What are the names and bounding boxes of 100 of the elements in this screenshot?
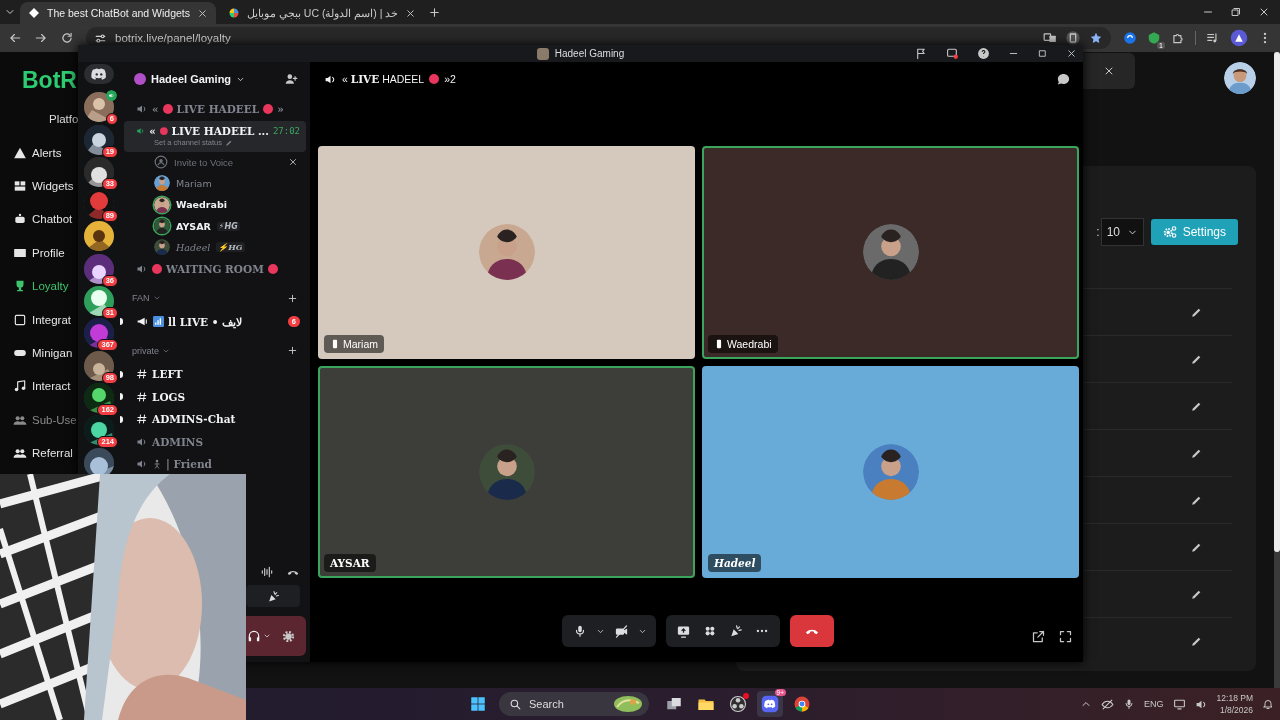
chat-button[interactable]	[1056, 71, 1071, 87]
dot-icon	[429, 74, 440, 84]
reader-mode-button[interactable]	[1065, 30, 1081, 46]
nav-item[interactable]: Integrat	[0, 302, 78, 337]
extension-icon	[1147, 31, 1161, 45]
per-page-select[interactable]: 10	[1100, 218, 1144, 246]
help-button[interactable]	[977, 47, 990, 60]
text-channel[interactable]: ADMINS-Chat	[124, 408, 306, 431]
restore-button[interactable]	[1230, 6, 1242, 18]
voice-channel[interactable]: ADMINS	[124, 430, 306, 453]
close-icon	[1066, 48, 1077, 59]
add-person-icon	[154, 155, 168, 170]
notification-dot	[743, 693, 749, 699]
extensions-button[interactable]	[1171, 31, 1185, 45]
avatar	[862, 443, 919, 500]
search-field[interactable]: Search	[499, 692, 649, 716]
close-button[interactable]	[288, 157, 298, 168]
text-channel[interactable]: LEFT	[124, 363, 306, 386]
home-button[interactable]	[84, 64, 114, 84]
close-button[interactable]	[1066, 48, 1077, 59]
microphone-icon	[1123, 698, 1136, 710]
soundboard-button[interactable]	[246, 585, 300, 607]
nav-section-title: Platfo	[48, 112, 78, 127]
browser-tab[interactable]: The best ChatBot and Widgets	[20, 2, 216, 24]
server-name[interactable]: Hadeel Gaming	[151, 73, 232, 85]
display-button[interactable]	[1172, 697, 1186, 711]
headphones-button[interactable]	[247, 629, 271, 643]
nav-item[interactable]: Interact	[0, 369, 78, 404]
site-logo[interactable]: BotR	[0, 52, 78, 108]
window-title: Hadeel Gaming	[554, 48, 625, 59]
nav-item[interactable]: Widgets	[0, 169, 78, 203]
browser-tab[interactable]: ببجي موبايل UC (اسم الدولة) | خد	[220, 2, 425, 24]
dot-icon	[159, 126, 168, 136]
voice-channel[interactable]: « LIVE HADEEL »	[124, 98, 306, 121]
video-tile[interactable]: AYSAR	[318, 365, 695, 578]
voice-channel[interactable]: WAITING ROOM	[124, 258, 306, 281]
fullscreen-button[interactable]	[1058, 629, 1073, 644]
close-button[interactable]	[197, 7, 208, 19]
leaf-icon	[613, 695, 643, 713]
avatar	[154, 196, 170, 213]
voice-member[interactable]: Hadeel ⚡HG	[124, 236, 306, 258]
server-icon[interactable]	[84, 221, 114, 252]
translate-button[interactable]	[1043, 31, 1057, 45]
category-name[interactable]: private	[132, 346, 159, 356]
invite-people-button[interactable]	[284, 72, 298, 86]
video-tile[interactable]: Waedrabi	[702, 146, 1079, 359]
dot-icon	[267, 264, 278, 275]
avatar	[154, 218, 170, 235]
record-icon	[946, 47, 959, 60]
maximize-button[interactable]	[1037, 48, 1048, 59]
speaker-icon	[136, 125, 146, 137]
server-icon[interactable]	[84, 447, 114, 474]
new-tab-button[interactable]	[428, 5, 442, 19]
close-button[interactable]	[1103, 65, 1115, 77]
nav-item[interactable]: Loyalty	[0, 269, 78, 303]
close-button[interactable]	[405, 7, 417, 19]
voice-channel[interactable]: | Friend	[124, 453, 306, 476]
nav-item[interactable]: Alerts	[0, 136, 78, 170]
create-channel-button[interactable]	[287, 345, 298, 357]
site-info-icon	[94, 31, 107, 45]
voice-member[interactable]: Waedrabi	[124, 194, 306, 216]
start-icon	[469, 695, 487, 713]
inbox-button[interactable]	[915, 47, 928, 60]
hash-icon	[136, 390, 148, 403]
category-name[interactable]: FAN	[132, 293, 150, 304]
chevron-icon	[263, 632, 271, 640]
pinwheel-icon	[228, 7, 240, 19]
bookmark-button[interactable]	[1089, 31, 1103, 45]
settings-button[interactable]	[281, 628, 296, 644]
nav-item[interactable]: Minigan	[0, 336, 78, 370]
video-tile[interactable]: Hadeel	[702, 365, 1079, 578]
media-button[interactable]	[1206, 31, 1220, 45]
nav-item[interactable]: Referral	[0, 436, 78, 470]
avatar[interactable]	[1224, 62, 1256, 94]
voice-member[interactable]: AYSAR ⚡HG	[124, 215, 306, 237]
pop-out-button[interactable]	[1031, 629, 1046, 644]
reload-icon	[60, 31, 74, 45]
disconnect-button[interactable]	[789, 615, 834, 647]
clock[interactable]: 12:18 PM 1/8/2026	[1216, 693, 1253, 715]
channel-title: « LIVE HADEEL	[342, 73, 425, 85]
notifications-button[interactable]	[1262, 698, 1274, 710]
profile-button[interactable]	[1230, 29, 1248, 47]
reload-button[interactable]	[60, 31, 74, 45]
forward-button[interactable]	[34, 31, 48, 45]
microphone-button[interactable]	[1123, 698, 1136, 710]
extension-button[interactable]	[1123, 31, 1137, 45]
language-button[interactable]: ENG	[1144, 699, 1164, 709]
text-channel[interactable]: LOGS	[124, 385, 306, 408]
create-channel-button[interactable]	[287, 293, 298, 304]
video-tile[interactable]: Mariam	[318, 146, 695, 359]
voice-member[interactable]: Mariam	[124, 172, 306, 195]
nav-item[interactable]: Profile	[0, 236, 78, 270]
avatar	[154, 175, 170, 192]
scrollbar-thumb[interactable]	[1274, 52, 1280, 552]
nav-item[interactable]: Chatbot	[0, 202, 78, 237]
invite-to-voice-item[interactable]: Invite to Voice	[124, 151, 306, 173]
close-button[interactable]	[1258, 6, 1270, 18]
back-button[interactable]	[8, 31, 22, 45]
tray-icon-button[interactable]	[1101, 697, 1115, 711]
record-button[interactable]	[946, 47, 959, 60]
